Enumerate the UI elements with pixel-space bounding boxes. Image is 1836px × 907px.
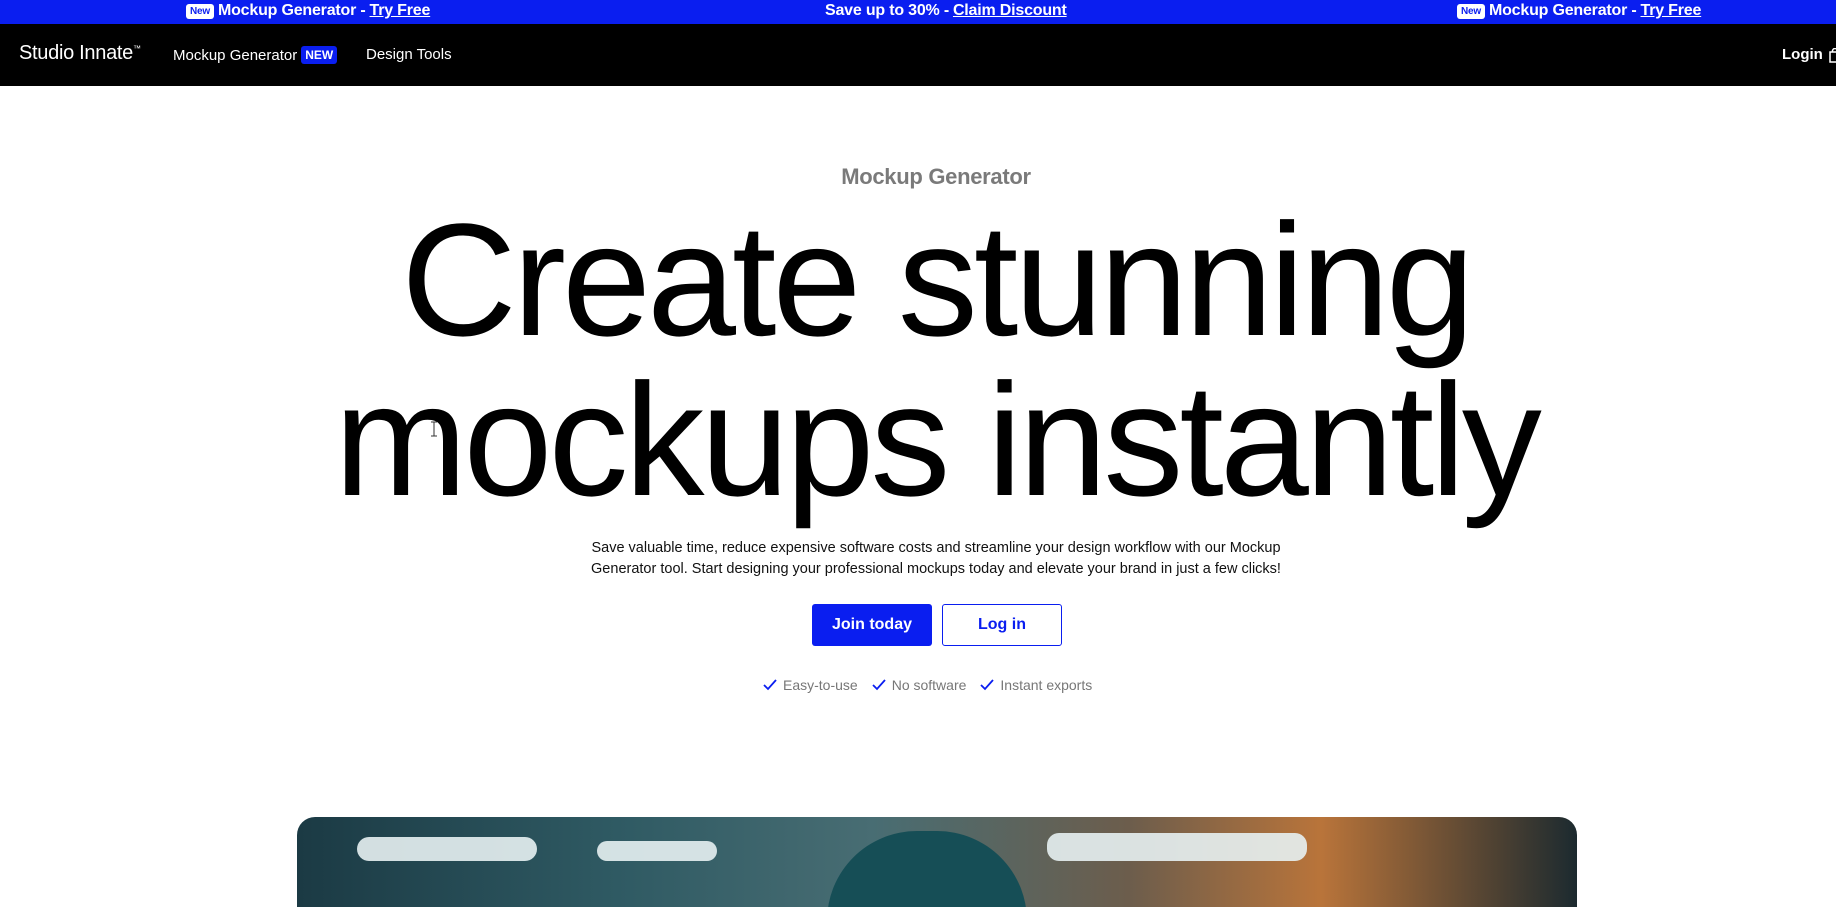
claim-discount-link[interactable]: Claim Discount (953, 2, 1067, 20)
feature-label: Instant exports (1000, 677, 1093, 693)
try-free-link[interactable]: Try Free (1641, 2, 1702, 20)
feature-label: No software (891, 677, 967, 693)
hero-description: Save valuable time, reduce expensive sof… (591, 540, 1281, 577)
hero-eyebrow: Mockup Generator (841, 164, 1031, 189)
new-pill: New (186, 3, 214, 19)
nav-link-label: Mockup Generator (173, 46, 298, 64)
trademark: ™ (132, 44, 141, 53)
announcement-center[interactable]: Save up to 30% - Claim Discount (825, 2, 1067, 20)
hero-headline-line1: Create stunning (401, 190, 1475, 369)
announcement-text: Save up to 30% - (825, 2, 949, 19)
join-today-button[interactable]: Join today (812, 604, 932, 646)
feature-label: Easy-to-use (783, 677, 858, 693)
announcement-text: Mockup Generator - (217, 2, 366, 19)
try-free-link[interactable]: Try Free (370, 2, 431, 20)
light-streak (1047, 833, 1307, 861)
announcement-left[interactable]: New Mockup Generator - Try Free (186, 2, 430, 20)
check-icon (872, 679, 886, 691)
light-streak (357, 837, 537, 861)
hero-headline-line2: mockups instantly (334, 350, 1542, 529)
feature-item: Instant exports (980, 677, 1092, 693)
announcement-text: Mockup Generator - (1488, 2, 1637, 19)
announcement-bar: New Mockup Generator - Try Free Save up … (0, 0, 1836, 24)
logo-text: Studio Innate (19, 42, 133, 64)
beanie-hat (827, 831, 1027, 907)
new-pill: New (1457, 3, 1485, 19)
feature-list: Easy-to-use No software Instant exports (763, 677, 1092, 693)
hero-mockup-image (297, 817, 1577, 907)
feature-item: No software (872, 677, 967, 693)
nav-design-tools[interactable]: Design Tools (366, 46, 452, 63)
nav-link-label: Design Tools (366, 46, 452, 63)
login-link[interactable]: Login (1782, 46, 1823, 63)
log-in-button[interactable]: Log in (942, 604, 1062, 646)
shopping-bag-icon[interactable] (1829, 48, 1836, 63)
logo[interactable]: Studio Innate™ (19, 42, 141, 65)
check-icon (980, 679, 995, 691)
new-badge: NEW (301, 46, 338, 64)
light-streak (597, 841, 717, 861)
feature-item: Easy-to-use (763, 677, 858, 693)
nav-mockup-generator[interactable]: Mockup Generator NEW (173, 46, 338, 64)
text-cursor-icon (431, 421, 437, 437)
top-nav: Studio Innate™ Mockup Generator NEW Desi… (0, 24, 1836, 86)
announcement-right[interactable]: New Mockup Generator - Try Free (1457, 2, 1701, 20)
check-icon (763, 679, 777, 691)
